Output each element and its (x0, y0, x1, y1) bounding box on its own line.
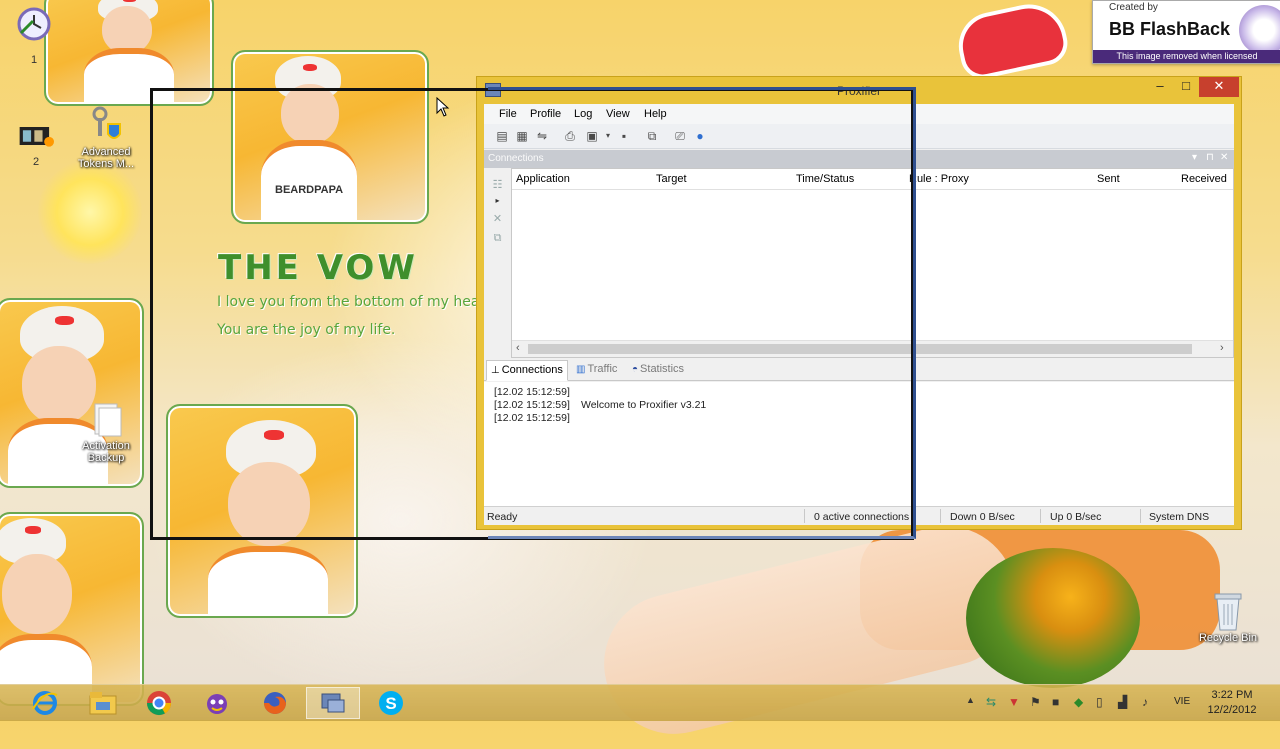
tray-app-square-icon[interactable]: ■ (1052, 695, 1059, 709)
capture-region-blue (488, 87, 916, 539)
proxifier-icon[interactable] (306, 687, 360, 719)
pane-pin-icon[interactable]: ⊓ (1206, 152, 1214, 163)
firefox-icon[interactable] (248, 687, 302, 719)
desktop-icon-recycle-bin[interactable]: Recycle Bin (1190, 593, 1266, 644)
watermark-brand: BB FlashBack (1109, 19, 1231, 39)
desktop-icon-label: Advanced Tokens M... (77, 146, 135, 170)
status-separator (1040, 509, 1041, 523)
sun-flower-decoration (38, 160, 142, 264)
toy-car-decoration (957, 2, 1067, 78)
messenger-icon[interactable] (190, 687, 244, 719)
minimize-button[interactable]: – (1147, 77, 1173, 97)
desktop-icon-advanced-tokens[interactable]: Advanced Tokens M... (68, 106, 144, 170)
desktop-icon-label: Activation Backup (82, 440, 130, 464)
pane-dropdown-icon[interactable]: ▾ (1192, 152, 1197, 163)
flashback-logo-icon (1239, 5, 1280, 55)
column-received[interactable]: Received (1181, 173, 1227, 185)
skype-icon[interactable]: S (364, 687, 418, 719)
battery-icon[interactable]: ▯ (1096, 695, 1103, 709)
wallpaper-photo-5 (0, 512, 144, 706)
keys-shield-icon (88, 106, 124, 144)
status-separator (940, 509, 941, 523)
vietkey-tray-icon[interactable]: ▼ (1008, 695, 1020, 709)
clock-time: 3:22 PM (1211, 689, 1253, 701)
desktop-icon-label: 1 (30, 54, 38, 66)
wallpaper-orange-fruit (966, 548, 1140, 688)
network-app-tray-icon[interactable]: ⇆ (986, 695, 996, 709)
taskbar: S ▲ ⇆ ▼ ⚑ ■ ◆ ▯ ▟ ♪ VIE 3:22 PM 12/2/201… (0, 684, 1280, 721)
desktop-icon-1[interactable]: 1 (0, 6, 72, 66)
desktop-icon-2[interactable]: 2 (0, 118, 74, 168)
clock-icon (16, 6, 52, 42)
maximize-button[interactable]: □ (1173, 77, 1199, 97)
system-clock[interactable]: 3:22 PM 12/2/2012 (1192, 688, 1272, 718)
svg-text:S: S (385, 694, 396, 713)
status-separator (1140, 509, 1141, 523)
column-sent[interactable]: Sent (1097, 173, 1120, 185)
clock-date: 12/2/2012 (1207, 704, 1257, 716)
video-icon (18, 118, 54, 154)
chrome-icon[interactable] (132, 687, 186, 719)
scroll-right-icon[interactable]: › (1220, 342, 1224, 354)
internet-explorer-icon[interactable] (18, 687, 72, 719)
tray-green-app-icon[interactable]: ◆ (1074, 695, 1083, 709)
desktop-icon-label: 2 (32, 156, 40, 168)
desktop-icon-label: Recycle Bin (1198, 632, 1258, 644)
folder-icon (88, 402, 124, 438)
status-down: Down 0 B/sec (950, 511, 1015, 523)
status-dns: System DNS (1149, 511, 1210, 523)
show-hidden-icons-icon[interactable]: ▲ (966, 695, 975, 705)
recycle-bin-icon (1210, 593, 1246, 631)
close-button[interactable]: ✕ (1199, 77, 1239, 97)
flashback-watermark: Created by BB FlashBack This image remov… (1092, 0, 1280, 64)
volume-icon[interactable]: ♪ (1142, 695, 1148, 709)
file-explorer-icon[interactable] (76, 687, 130, 719)
wifi-signal-icon[interactable]: ▟ (1118, 695, 1127, 709)
desktop-icon-activation-backup[interactable]: Activation Backup (68, 402, 144, 464)
watermark-notice: This image removed when licensed (1093, 50, 1280, 63)
column-rule-proxy[interactable]: Rule : Proxy (909, 173, 969, 185)
pane-close-icon[interactable]: ✕ (1220, 152, 1228, 163)
input-language[interactable]: VIE (1174, 696, 1190, 707)
watermark-created-by: Created by (1109, 2, 1158, 13)
status-up: Up 0 B/sec (1050, 511, 1102, 523)
action-center-flag-icon[interactable]: ⚑ (1030, 695, 1041, 709)
